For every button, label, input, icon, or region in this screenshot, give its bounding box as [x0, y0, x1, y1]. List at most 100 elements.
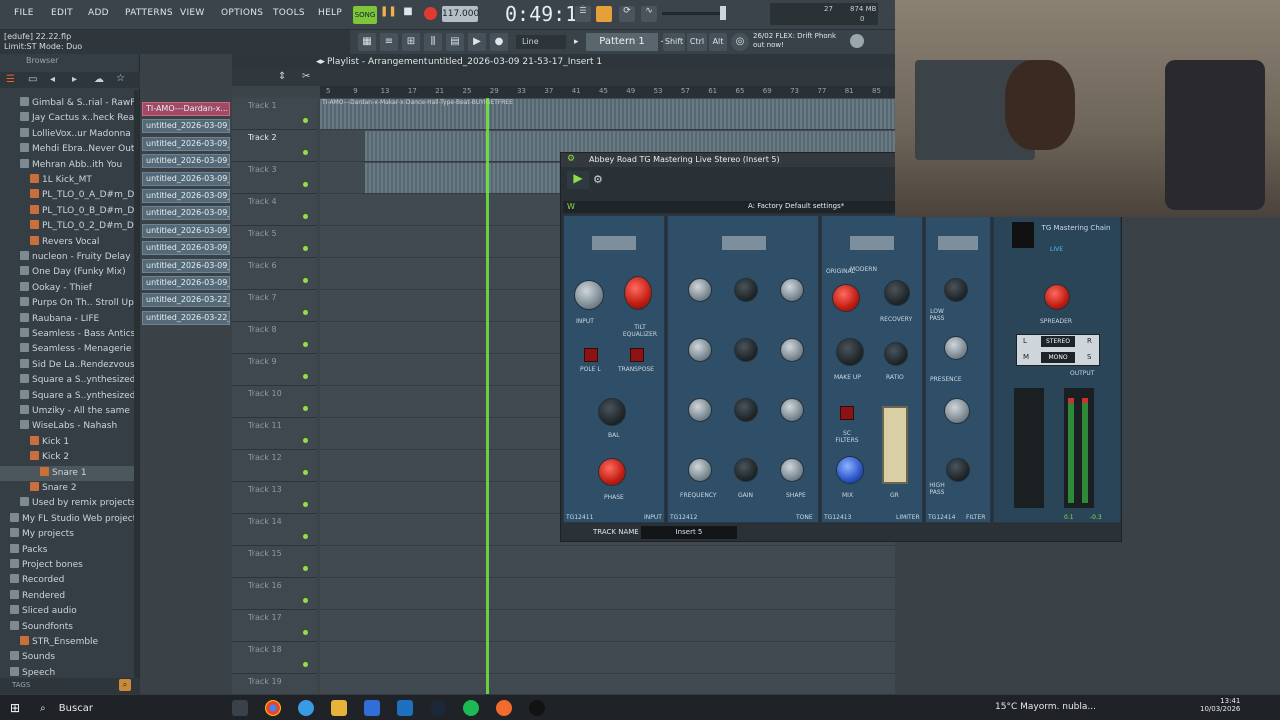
- browser-item[interactable]: WiseLabs - Nahash: [0, 419, 134, 434]
- track-mute-led[interactable]: [303, 662, 308, 667]
- browser-item[interactable]: Snare 1: [0, 465, 134, 481]
- browser-item[interactable]: Umziky - All the same: [0, 404, 134, 419]
- track-header[interactable]: Track 18: [232, 642, 317, 674]
- phase-knob[interactable]: [598, 458, 626, 486]
- track-mute-led[interactable]: [303, 598, 308, 603]
- track-header[interactable]: Track 7: [232, 290, 317, 322]
- mono-button[interactable]: MONO: [1041, 352, 1075, 363]
- store-icon[interactable]: [364, 700, 380, 716]
- weather-text[interactable]: 15°C Mayorm. nubla...: [995, 702, 1096, 712]
- browser-item[interactable]: Square a S..ynthesized): [0, 389, 134, 404]
- track-lane[interactable]: [320, 610, 895, 642]
- track-header[interactable]: Track 12: [232, 450, 317, 482]
- tags-label[interactable]: TAGS: [12, 681, 30, 689]
- menu-tools[interactable]: TOOLS: [273, 8, 305, 18]
- track-header[interactable]: Track 9: [232, 354, 317, 386]
- track-header[interactable]: Track 15: [232, 546, 317, 578]
- menu-add[interactable]: ADD: [88, 8, 109, 18]
- browser-item[interactable]: Sounds: [0, 650, 134, 665]
- channel-button[interactable]: untitled_2026-03-09_21-...: [142, 258, 230, 273]
- user-avatar[interactable]: [850, 34, 864, 48]
- browser-item[interactable]: Kick 1: [0, 435, 134, 450]
- plugin-arrow-icon[interactable]: ▶: [567, 171, 589, 189]
- browser-item[interactable]: Square a S..ynthesized): [0, 373, 134, 388]
- menu-options[interactable]: OPTIONS: [221, 8, 263, 18]
- browser-item[interactable]: My projects: [0, 527, 134, 542]
- channel-button[interactable]: untitled_2026-03-09_21-...: [142, 223, 230, 238]
- track-mute-led[interactable]: [303, 630, 308, 635]
- browser-item[interactable]: STR_Ensemble: [0, 635, 134, 650]
- piano-roll-icon[interactable]: ≡: [380, 33, 398, 51]
- track-mute-led[interactable]: [303, 470, 308, 475]
- browser-item[interactable]: LollieVox..ur Madonna: [0, 127, 134, 142]
- master-volume-handle[interactable]: [720, 6, 726, 20]
- wave-icon[interactable]: ∿: [641, 6, 657, 22]
- taskbar-search[interactable]: ⌕ Buscar: [40, 700, 220, 718]
- browser-item[interactable]: Recorded: [0, 573, 134, 588]
- channel-rack-icon[interactable]: ⊞: [402, 33, 420, 51]
- browser-item[interactable]: Mehran Abb..ith You: [0, 158, 134, 173]
- microphone-icon[interactable]: ●: [490, 33, 508, 51]
- channel-button[interactable]: untitled_2026-03-09_21-...: [142, 119, 230, 134]
- tempo-display[interactable]: 117.000: [442, 6, 479, 22]
- transpose-button[interactable]: [630, 348, 644, 362]
- tone-band-2-frequency-knob[interactable]: [688, 398, 712, 422]
- browser-item[interactable]: Used by remix projects: [0, 496, 134, 511]
- track-mute-led[interactable]: [303, 406, 308, 411]
- track-header[interactable]: Track 13: [232, 482, 317, 514]
- input-knob[interactable]: [574, 280, 604, 310]
- track-header[interactable]: Track 6: [232, 258, 317, 290]
- track-header[interactable]: Track 10: [232, 386, 317, 418]
- steam-icon[interactable]: [430, 700, 446, 716]
- tone-mode-buttons[interactable]: [722, 236, 766, 250]
- browser-item[interactable]: Kick 2: [0, 450, 134, 465]
- browser-item[interactable]: nucleon - Fruity Delay 3: [0, 250, 134, 265]
- browser-item[interactable]: Ookay - Thief: [0, 281, 134, 296]
- track-header[interactable]: Track 8: [232, 322, 317, 354]
- presence-freq-knob[interactable]: [944, 398, 970, 424]
- stop-icon[interactable]: ■: [401, 6, 415, 20]
- channel-button[interactable]: untitled_2026-03-22_...: [142, 293, 230, 308]
- r-button[interactable]: R: [1087, 337, 1092, 345]
- tone-band-2-gain-knob[interactable]: [734, 398, 758, 422]
- browser-item[interactable]: Mehdi Ebra..Never Out: [0, 142, 134, 157]
- channel-button[interactable]: untitled_2026-03-09_21-...: [142, 241, 230, 256]
- ratio-knob[interactable]: [884, 342, 908, 366]
- loop-icon[interactable]: ⟳: [619, 6, 635, 22]
- track-lane[interactable]: [320, 578, 895, 610]
- limiter-mode-buttons[interactable]: [850, 236, 894, 250]
- browser-item[interactable]: PL_TLO_0_A_D#m_Dry: [0, 188, 134, 203]
- browser-search-icon[interactable]: ⌕: [119, 679, 131, 691]
- news-panel[interactable]: 26/02 FLEX: Drift Phonk out now!: [753, 32, 836, 50]
- browser-item[interactable]: Sliced audio: [0, 604, 134, 619]
- track-header[interactable]: Track 1: [232, 98, 317, 130]
- mixer-icon[interactable]: ⫼: [424, 33, 442, 51]
- browser-item[interactable]: Packs: [0, 543, 134, 558]
- browser-item[interactable]: Revers Vocal: [0, 235, 134, 250]
- obs-icon[interactable]: [529, 700, 545, 716]
- recovery-knob[interactable]: [884, 280, 910, 306]
- track-header[interactable]: Track 3: [232, 162, 317, 194]
- track-header[interactable]: Track 2: [232, 130, 317, 162]
- filter-mode-buttons[interactable]: [938, 236, 978, 250]
- track-lane[interactable]: [320, 642, 895, 674]
- track-mute-led[interactable]: [303, 374, 308, 379]
- track-mute-led[interactable]: [303, 342, 308, 347]
- m-button[interactable]: M: [1023, 353, 1029, 361]
- browser-item[interactable]: Seamless - Menagerie: [0, 342, 134, 357]
- chrome-icon[interactable]: [265, 700, 281, 716]
- makeup-knob[interactable]: [836, 338, 864, 366]
- browser-item[interactable]: PL_TLO_0_2_D#m_Dry: [0, 219, 134, 234]
- record-icon[interactable]: [424, 7, 437, 20]
- browser-item[interactable]: One Day (Funky Mix): [0, 265, 134, 280]
- track-lane[interactable]: [320, 546, 895, 578]
- limiter-threshold-knob[interactable]: [832, 284, 860, 312]
- menu-help[interactable]: HELP: [318, 8, 342, 18]
- tone-band-3-shape-knob[interactable]: [780, 338, 804, 362]
- browser-star-icon[interactable]: ☆: [116, 73, 125, 84]
- tone-band-3-frequency-knob[interactable]: [688, 338, 712, 362]
- shift-key-button[interactable]: Shift: [663, 33, 685, 51]
- pattern-select[interactable]: Pattern 1: [586, 33, 658, 51]
- plugin-icon[interactable]: ▶: [468, 33, 486, 51]
- stereo-mode-panel[interactable]: L STEREO R M MONO S: [1016, 334, 1100, 366]
